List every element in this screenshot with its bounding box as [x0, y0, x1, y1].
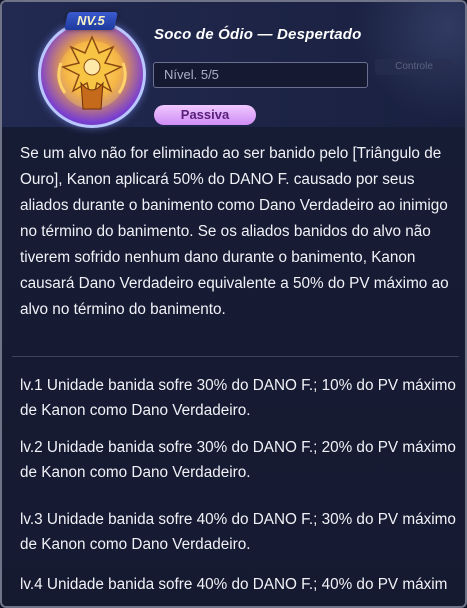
skill-type-badge: Passiva [154, 105, 256, 125]
skill-level-field: Nível. 5/5 [153, 62, 368, 88]
skill-description: Se um alvo não for eliminado ao ser bani… [20, 145, 449, 318]
golden-saint-portrait-icon [38, 20, 146, 128]
skill-level-tag: NV.5 [64, 12, 118, 30]
controle-label: Controle [375, 59, 453, 75]
section-divider [12, 356, 459, 357]
level-effect-1: lv.1 Unidade banida sofre 30% do DANO F.… [20, 377, 456, 419]
level-effect-4: lv.4 Unidade banida sofre 40% do DANO F.… [20, 576, 448, 593]
level-effect-3: lv.3 Unidade banida sofre 40% do DANO F.… [20, 511, 456, 553]
skill-header: NV.5 Soco de Ódio — Despertado Nível. 5/… [2, 2, 465, 128]
level-effect-2: lv.2 Unidade banida sofre 30% do DANO F.… [20, 439, 456, 481]
skill-tooltip-panel: NV.5 Soco de Ódio — Despertado Nível. 5/… [0, 0, 467, 608]
skill-title: Soco de Ódio — Despertado [154, 26, 362, 43]
